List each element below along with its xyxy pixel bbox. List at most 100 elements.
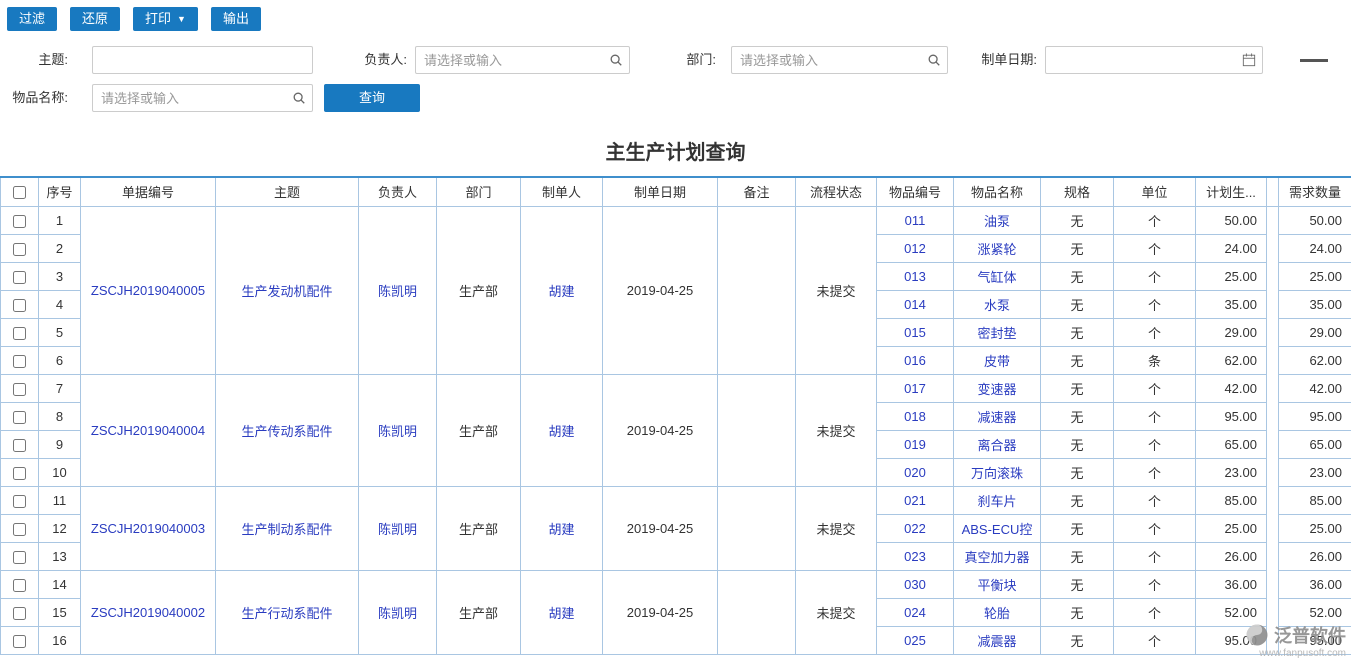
- creator-link[interactable]: 胡建: [548, 284, 574, 299]
- col-header-item-no: 物品编号: [877, 177, 954, 206]
- owner-input[interactable]: [415, 46, 630, 74]
- subject-link[interactable]: 生产制动系配件: [241, 522, 332, 537]
- search-icon[interactable]: [609, 53, 623, 67]
- item-name-link[interactable]: 轮胎: [984, 606, 1010, 621]
- item-name-link[interactable]: 真空加力器: [964, 550, 1029, 565]
- item-name-link[interactable]: 刹车片: [977, 494, 1016, 509]
- select-all-checkbox[interactable]: [13, 186, 26, 199]
- item-name-link[interactable]: 皮带: [984, 354, 1010, 369]
- row-checkbox[interactable]: [13, 523, 26, 536]
- search-icon[interactable]: [927, 53, 941, 67]
- row-checkbox-cell: [1, 570, 39, 598]
- print-button[interactable]: 打印▼: [133, 7, 198, 31]
- item-name-link[interactable]: 离合器: [977, 438, 1016, 453]
- item-no-link[interactable]: 025: [904, 633, 926, 648]
- item-no-link[interactable]: 022: [904, 521, 926, 536]
- row-checkbox[interactable]: [13, 355, 26, 368]
- creator-link[interactable]: 胡建: [548, 424, 574, 439]
- row-checkbox[interactable]: [13, 439, 26, 452]
- plan-qty-cell: 25.00: [1196, 262, 1267, 290]
- req-qty-cell: 52.00: [1279, 598, 1351, 626]
- table-row: 14ZSCJH2019040002生产行动系配件陈凯明生产部胡建2019-04-…: [1, 570, 1351, 598]
- row-checkbox[interactable]: [13, 299, 26, 312]
- subject-link[interactable]: 生产行动系配件: [241, 606, 332, 621]
- query-button[interactable]: 查询: [324, 84, 420, 112]
- unit-cell: 个: [1114, 262, 1196, 290]
- owner-link-cell: 陈凯明: [359, 570, 437, 654]
- row-checkbox[interactable]: [13, 411, 26, 424]
- item-name-input[interactable]: [92, 84, 313, 112]
- item-name-link[interactable]: 油泵: [984, 214, 1010, 229]
- item-no-link[interactable]: 016: [904, 353, 926, 368]
- item-name-link[interactable]: 涨紧轮: [977, 242, 1016, 257]
- item-no-link[interactable]: 018: [904, 409, 926, 424]
- item-no-link[interactable]: 023: [904, 549, 926, 564]
- doc-no-link[interactable]: ZSCJH2019040002: [91, 605, 205, 620]
- item-no-link[interactable]: 013: [904, 269, 926, 284]
- status-cell: 未提交: [796, 206, 877, 374]
- item-no-link[interactable]: 011: [905, 213, 926, 228]
- spec-cell: 无: [1041, 458, 1114, 486]
- item-name-link[interactable]: 水泵: [984, 298, 1010, 313]
- spec-cell: 无: [1041, 542, 1114, 570]
- search-icon[interactable]: [292, 91, 306, 105]
- item-no-link[interactable]: 017: [904, 381, 926, 396]
- row-checkbox[interactable]: [13, 271, 26, 284]
- owner-link[interactable]: 陈凯明: [378, 606, 417, 621]
- item-no-link[interactable]: 015: [904, 325, 926, 340]
- plan-table-body: 1ZSCJH2019040005生产发动机配件陈凯明生产部胡建2019-04-2…: [1, 206, 1351, 654]
- doc-no-link[interactable]: ZSCJH2019040003: [91, 521, 205, 536]
- dept-input[interactable]: [731, 46, 948, 74]
- row-checkbox[interactable]: [13, 551, 26, 564]
- row-checkbox-cell: [1, 374, 39, 402]
- row-checkbox[interactable]: [13, 579, 26, 592]
- item-no-link[interactable]: 021: [904, 493, 926, 508]
- output-button[interactable]: 输出: [211, 7, 261, 31]
- owner-link[interactable]: 陈凯明: [378, 424, 417, 439]
- item-name-link[interactable]: 气缸体: [977, 270, 1016, 285]
- row-checkbox[interactable]: [13, 635, 26, 648]
- doc-no-link[interactable]: ZSCJH2019040004: [91, 423, 205, 438]
- row-checkbox[interactable]: [13, 383, 26, 396]
- date-input[interactable]: [1045, 46, 1263, 74]
- status-cell: 未提交: [796, 570, 877, 654]
- row-checkbox[interactable]: [13, 243, 26, 256]
- creator-link[interactable]: 胡建: [548, 606, 574, 621]
- row-checkbox[interactable]: [13, 467, 26, 480]
- row-checkbox[interactable]: [13, 327, 26, 340]
- row-checkbox[interactable]: [13, 607, 26, 620]
- collapse-toggle[interactable]: [1300, 59, 1328, 62]
- restore-button[interactable]: 还原: [70, 7, 120, 31]
- creator-link[interactable]: 胡建: [548, 522, 574, 537]
- item-name-link[interactable]: 平衡块: [977, 578, 1016, 593]
- owner-link[interactable]: 陈凯明: [378, 522, 417, 537]
- row-checkbox-cell: [1, 598, 39, 626]
- doc-no-link-cell: ZSCJH2019040004: [81, 374, 216, 486]
- subject-link[interactable]: 生产传动系配件: [241, 424, 332, 439]
- subject-link[interactable]: 生产发动机配件: [241, 284, 332, 299]
- item-no-link[interactable]: 014: [904, 297, 926, 312]
- item-name-link[interactable]: 减震器: [977, 634, 1016, 649]
- calendar-icon[interactable]: [1242, 53, 1256, 67]
- item-name-link[interactable]: 减速器: [977, 410, 1016, 425]
- item-no-link-cell: 019: [877, 430, 954, 458]
- row-checkbox-cell: [1, 542, 39, 570]
- item-no-link[interactable]: 024: [904, 605, 926, 620]
- item-name-link[interactable]: 变速器: [977, 382, 1016, 397]
- item-no-link[interactable]: 030: [904, 577, 926, 592]
- item-no-link[interactable]: 019: [904, 437, 926, 452]
- subject-input[interactable]: [92, 46, 313, 74]
- item-name-link[interactable]: ABS-ECU控: [962, 522, 1033, 537]
- doc-no-link[interactable]: ZSCJH2019040005: [91, 283, 205, 298]
- row-seq-cell: 3: [39, 262, 81, 290]
- owner-link[interactable]: 陈凯明: [378, 284, 417, 299]
- item-name-link[interactable]: 万向滚珠: [971, 466, 1023, 481]
- item-name-link[interactable]: 密封垫: [977, 326, 1016, 341]
- filter-button[interactable]: 过滤: [7, 7, 57, 31]
- row-checkbox[interactable]: [13, 495, 26, 508]
- item-no-link[interactable]: 012: [904, 241, 926, 256]
- item-no-link-cell: 024: [877, 598, 954, 626]
- col-header-subject: 主题: [216, 177, 359, 206]
- row-checkbox[interactable]: [13, 215, 26, 228]
- item-no-link[interactable]: 020: [904, 465, 926, 480]
